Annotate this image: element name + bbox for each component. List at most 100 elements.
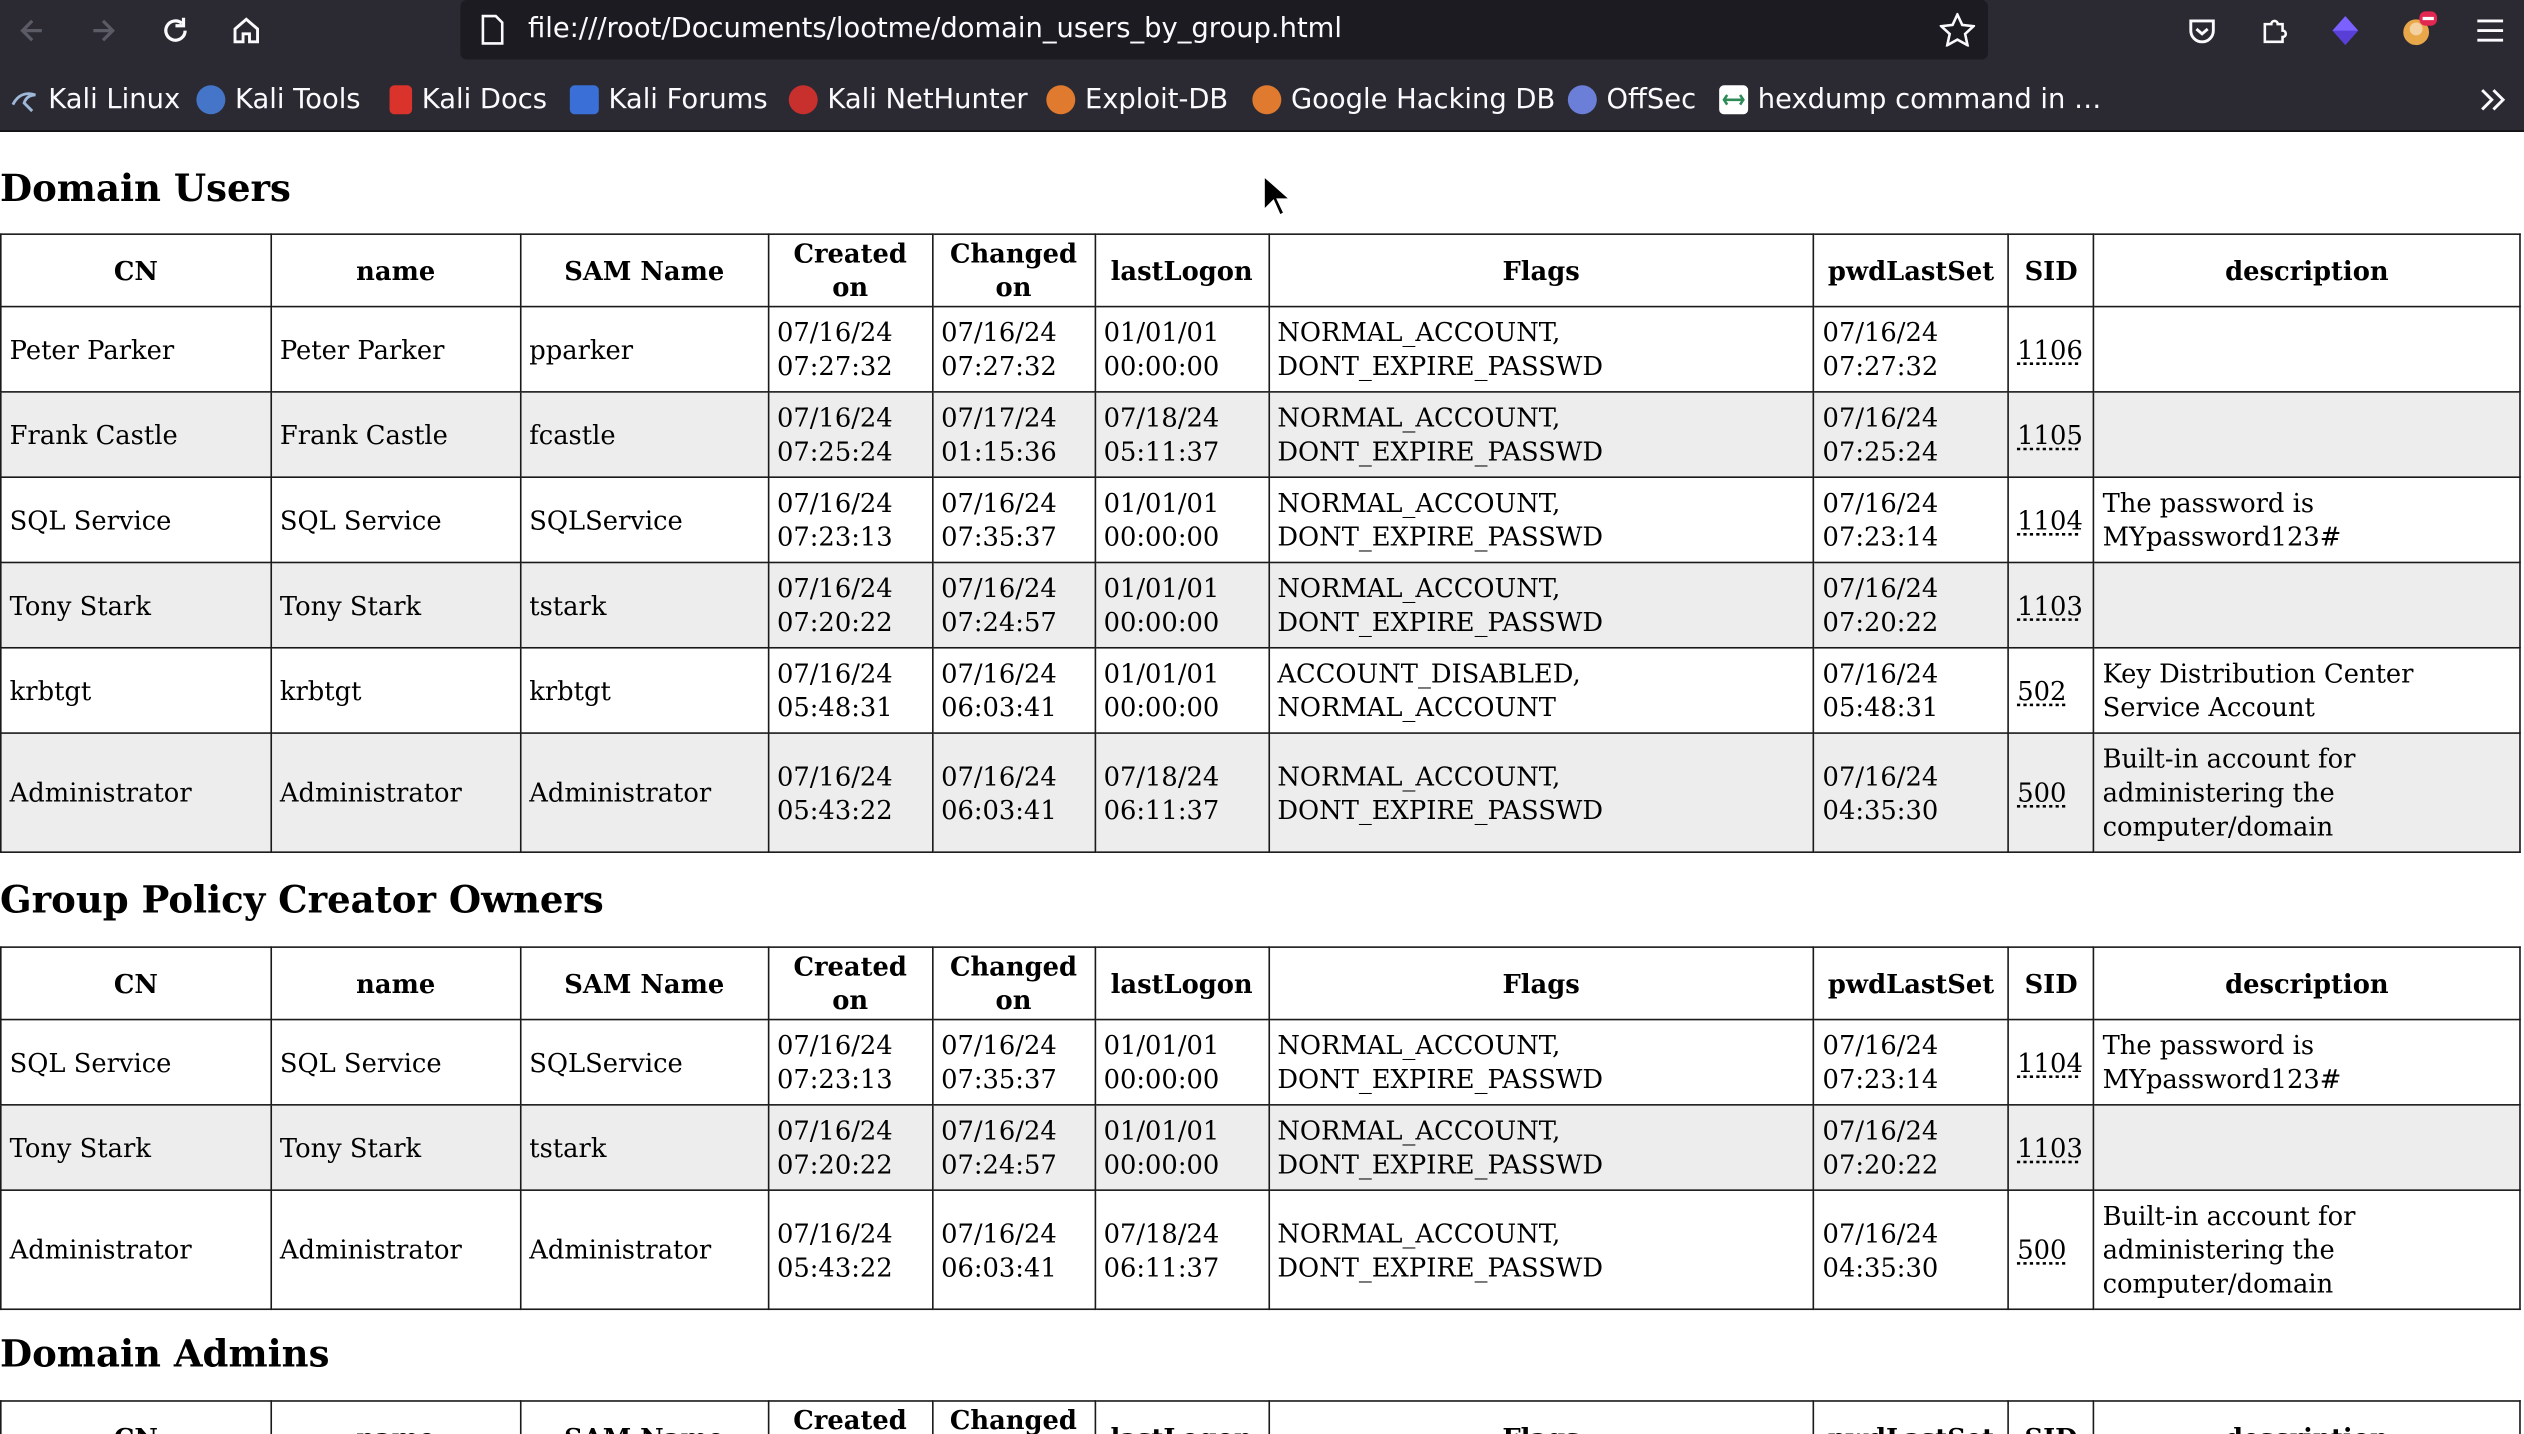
pwd-last-set-text: 07:20:22 bbox=[1822, 606, 1939, 638]
description-text: Built-in account for bbox=[2102, 1200, 2356, 1232]
cn-text: krbtgt bbox=[9, 675, 92, 706]
sam-name-cell: fcastle bbox=[519, 391, 769, 478]
description-cell bbox=[2092, 561, 2521, 649]
bookmark-kali-tools[interactable]: Kali Tools bbox=[196, 80, 361, 119]
col-created-on-header: Created on bbox=[767, 946, 934, 1021]
home-button[interactable] bbox=[222, 6, 270, 54]
created-on-cell: 07/16/24 07:27:32 bbox=[767, 305, 934, 393]
bookmark-ghdb[interactable]: Google Hacking DB bbox=[1252, 80, 1555, 119]
created-on-cell: 07/16/24 07:20:22 bbox=[767, 1104, 934, 1191]
sid-cell[interactable]: 502 bbox=[2007, 646, 2095, 734]
col-description-header: description bbox=[2092, 1400, 2521, 1434]
created-on-cell: 07/16/24 05:43:22 bbox=[767, 732, 934, 853]
cn-text: Administrator bbox=[9, 1234, 192, 1265]
sid-cell[interactable]: 1104 bbox=[2007, 1018, 2095, 1106]
cn-cell: Administrator bbox=[0, 1189, 272, 1311]
sid-cell[interactable]: 500 bbox=[2007, 1189, 2095, 1311]
flags-text: NORMAL_ACCOUNT, bbox=[1277, 402, 1561, 433]
flags-text: DONT_EXPIRE_PASSWD bbox=[1277, 1063, 1603, 1095]
cn-text: SQL Service bbox=[9, 1046, 172, 1078]
hexdump-icon bbox=[1719, 85, 1749, 115]
pwd-last-set-text: 07:23:14 bbox=[1822, 1063, 1939, 1095]
description-text: The password is bbox=[2102, 487, 2315, 519]
extension-button[interactable] bbox=[2321, 6, 2369, 54]
bookmark-label: Google Hacking DB bbox=[1290, 83, 1556, 116]
menu-button[interactable] bbox=[2466, 6, 2514, 54]
chevron-double-right-icon bbox=[2481, 89, 2506, 111]
sam-name-text: krbtgt bbox=[529, 675, 611, 706]
changed-on-text: 07/16/24 bbox=[941, 760, 1057, 792]
sid-text: 500 bbox=[2017, 1234, 2067, 1265]
col-cn-header: CN bbox=[0, 946, 272, 1021]
pwd-last-set-cell: 07/16/24 04:35:30 bbox=[1812, 732, 2010, 853]
col-sid-header: SID bbox=[2007, 946, 2095, 1021]
bookmark-kali-nethunter[interactable]: Kali NetHunter bbox=[788, 80, 1028, 119]
col-cn-header: CN bbox=[0, 233, 272, 308]
pwd-last-set-text: 07:20:22 bbox=[1822, 1149, 1939, 1180]
sid-text: 1105 bbox=[2017, 419, 2083, 450]
pwd-last-set-text: 07/16/24 bbox=[1822, 1217, 1939, 1249]
bookmark-star-icon[interactable] bbox=[1939, 12, 1976, 47]
last-logon-text: 00:00:00 bbox=[1103, 606, 1220, 638]
name-cell: Tony Stark bbox=[270, 561, 522, 649]
bookmark-label: Kali Docs bbox=[421, 83, 547, 116]
bookmark-exploit-db[interactable]: Exploit-DB bbox=[1046, 80, 1228, 119]
created-on-cell: 07/16/24 07:23:13 bbox=[767, 1018, 934, 1106]
flags-cell: NORMAL_ACCOUNT, DONT_EXPIRE_PASSWD bbox=[1267, 391, 1815, 478]
pwd-last-set-text: 07/16/24 bbox=[1822, 1030, 1939, 1061]
created-on-text: 05:43:22 bbox=[776, 794, 893, 825]
last-logon-text: 07/18/24 bbox=[1103, 402, 1220, 433]
description-cell: Key Distribution Center Service Account bbox=[2092, 646, 2521, 734]
changed-on-text: 06:03:41 bbox=[941, 794, 1057, 825]
created-on-text: 07/16/24 bbox=[776, 1115, 893, 1146]
cn-cell: SQL Service bbox=[0, 1018, 272, 1106]
cn-cell: Tony Stark bbox=[0, 561, 272, 649]
bookmark-kali-forums[interactable]: Kali Forums bbox=[569, 80, 768, 119]
bookmarks-overflow-button[interactable] bbox=[2479, 80, 2508, 119]
bookmark-kali-linux[interactable]: Kali Linux bbox=[9, 80, 180, 119]
forward-button[interactable] bbox=[79, 6, 127, 54]
reload-button[interactable] bbox=[151, 6, 199, 54]
pocket-icon bbox=[2189, 19, 2215, 44]
extension-diamond-icon bbox=[2332, 16, 2359, 46]
mouse-cursor-icon bbox=[1262, 173, 1291, 218]
bookmark-kali-docs[interactable]: Kali Docs bbox=[389, 80, 547, 119]
bookmark-offsec[interactable]: OffSec bbox=[1567, 80, 1696, 119]
col-sam-name-header: SAM Name bbox=[519, 233, 769, 308]
col-changed-on-header: Changed on bbox=[931, 946, 1096, 1021]
browser-chrome: file:///root/Documents/lootme/domain_use… bbox=[0, 0, 2524, 132]
sid-cell[interactable]: 1105 bbox=[2007, 391, 2095, 478]
address-bar[interactable]: file:///root/Documents/lootme/domain_use… bbox=[460, 0, 1988, 60]
sid-cell[interactable]: 500 bbox=[2007, 732, 2095, 853]
name-text: Frank Castle bbox=[279, 419, 448, 450]
created-on-text: 07/16/24 bbox=[776, 487, 893, 519]
last-logon-text: 00:00:00 bbox=[1103, 1149, 1220, 1180]
table-row: Peter Parker Peter Parker pparker 07/16/24 0… bbox=[0, 305, 2521, 393]
page-icon bbox=[481, 14, 504, 45]
name-text: SQL Service bbox=[279, 504, 442, 536]
account-button[interactable] bbox=[2394, 6, 2442, 54]
bookmark-label: Exploit-DB bbox=[1084, 83, 1229, 116]
bookmark-hexdump[interactable]: hexdump command in … bbox=[1719, 80, 2101, 119]
col-pwd-last-set-header: pwdLastSet bbox=[1812, 1400, 2010, 1434]
sid-cell[interactable]: 1103 bbox=[2007, 561, 2095, 649]
sid-text: 1104 bbox=[2017, 1046, 2083, 1078]
pwd-last-set-cell: 07/16/24 07:25:24 bbox=[1812, 391, 2010, 478]
changed-on-text: 07/16/24 bbox=[941, 1217, 1057, 1249]
changed-on-text: 07:35:37 bbox=[941, 521, 1057, 553]
sid-cell[interactable]: 1104 bbox=[2007, 476, 2095, 564]
pwd-last-set-text: 07/16/24 bbox=[1822, 1115, 1939, 1146]
name-text: krbtgt bbox=[279, 675, 362, 706]
pocket-button[interactable] bbox=[2178, 6, 2226, 54]
pwd-last-set-text: 07:23:14 bbox=[1822, 521, 1939, 553]
extensions-button[interactable] bbox=[2250, 6, 2298, 54]
back-button[interactable] bbox=[8, 6, 56, 54]
sid-cell[interactable]: 1106 bbox=[2007, 305, 2095, 393]
created-on-text: 07/16/24 bbox=[776, 1030, 893, 1061]
section-title: Group Policy Creator Owners bbox=[0, 878, 604, 923]
pwd-last-set-text: 05:48:31 bbox=[1822, 692, 1939, 723]
name-text: Peter Parker bbox=[279, 333, 445, 365]
col-pwd-last-set-header: pwdLastSet bbox=[1812, 946, 2010, 1021]
changed-on-text: 07/17/24 bbox=[941, 402, 1057, 433]
sid-cell[interactable]: 1103 bbox=[2007, 1104, 2095, 1191]
